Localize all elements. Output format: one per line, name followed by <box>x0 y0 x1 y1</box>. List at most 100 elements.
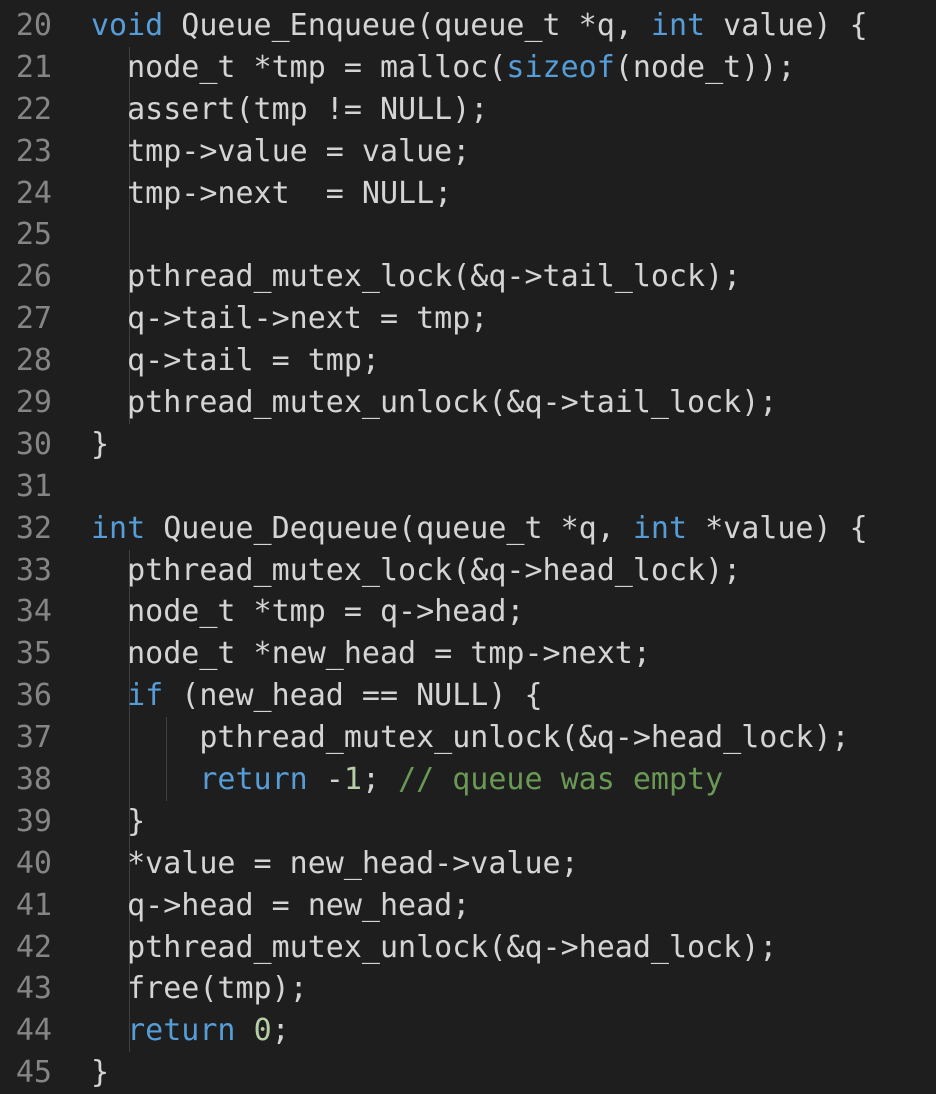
code-token: pthread_mutex_lock(&q->head_lock); <box>91 552 742 588</box>
line-number: 36 <box>15 678 52 714</box>
code-text: q->head = new_head; <box>91 885 470 927</box>
code-line[interactable]: 41 q->head = new_head; <box>0 884 936 927</box>
code-token: ; <box>271 1013 290 1049</box>
line-number: 24 <box>15 175 52 211</box>
code-line[interactable]: 43 free(tmp); <box>0 968 936 1011</box>
code-token: *value = new_head->value; <box>91 845 579 881</box>
code-token: Queue_Enqueue(queue_t *q, <box>163 8 651 43</box>
keyword-token: if <box>127 678 164 714</box>
keyword-token: return <box>199 762 308 798</box>
code-token: (new_head == NULL) { <box>163 678 543 714</box>
code-token: assert(tmp != NULL); <box>91 91 489 127</box>
code-text: void Queue_Enqueue(queue_t *q, int value… <box>91 5 868 47</box>
code-text: int Queue_Dequeue(queue_t *q, int *value… <box>91 508 868 550</box>
code-text: } <box>91 1052 109 1094</box>
code-line[interactable]: 42 pthread_mutex_unlock(&q->head_lock); <box>0 926 936 969</box>
code-text: } <box>91 801 145 843</box>
line-number: 33 <box>15 552 52 588</box>
line-number: 28 <box>15 343 52 379</box>
line-number: 26 <box>15 259 52 295</box>
code-text: node_t *tmp = malloc(sizeof(node_t)); <box>91 47 795 89</box>
number-token: 1 <box>343 762 362 798</box>
code-token: node_t *tmp = q->head; <box>91 594 525 630</box>
line-number: 43 <box>15 971 52 1007</box>
code-line[interactable]: 33 pthread_mutex_lock(&q->head_lock); <box>0 549 936 592</box>
line-number: 25 <box>15 217 52 253</box>
indent-guide <box>129 214 130 257</box>
code-line[interactable]: 32 int Queue_Dequeue(queue_t *q, int *val… <box>0 508 936 550</box>
code-token: - <box>307 762 344 798</box>
line-number: 21 <box>15 49 52 85</box>
code-text: tmp->value = value; <box>91 131 470 173</box>
code-token: Queue_Dequeue(queue_t *q, <box>145 510 633 546</box>
code-token: value) { <box>705 8 868 43</box>
number-token: 0 <box>253 1013 272 1049</box>
code-text: pthread_mutex_unlock(&q->head_lock); <box>91 927 777 969</box>
code-text: free(tmp); <box>91 968 308 1010</box>
code-line[interactable]: 20 void Queue_Enqueue(queue_t *q, int val… <box>0 5 936 47</box>
line-number: 45 <box>15 1055 52 1091</box>
code-editor[interactable]: 20 void Queue_Enqueue(queue_t *q, int val… <box>0 5 936 1094</box>
code-token: node_t *new_head = tmp->next; <box>91 636 651 672</box>
code-line[interactable]: 22 assert(tmp != NULL); <box>0 88 936 131</box>
line-number: 32 <box>15 510 52 546</box>
line-number: 37 <box>15 720 52 756</box>
code-line[interactable]: 29 pthread_mutex_unlock(&q->tail_lock); <box>0 382 936 424</box>
code-token: tmp->value = value; <box>91 133 471 169</box>
code-line[interactable]: 36 if (new_head == NULL) { <box>0 675 936 718</box>
code-text: if (new_head == NULL) { <box>91 675 543 717</box>
code-token: q->head = new_head; <box>91 887 471 923</box>
comment-token: // queue was empty <box>398 762 724 798</box>
code-line[interactable]: 45} <box>0 1052 936 1094</box>
code-line[interactable]: 34 node_t *tmp = q->head; <box>0 591 936 634</box>
keyword-token: int <box>91 510 146 546</box>
keyword-token: void <box>91 8 164 43</box>
code-token: } <box>91 426 110 462</box>
line-number: 42 <box>15 929 52 965</box>
code-line[interactable]: 38 return -1; // queue was empty <box>0 759 936 801</box>
code-token: (node_t)); <box>614 49 796 85</box>
code-line[interactable]: 23 tmp->value = value; <box>0 130 936 173</box>
code-line[interactable]: 35 node_t *new_head = tmp->next; <box>0 633 936 676</box>
code-text: tmp->next = NULL; <box>91 173 452 215</box>
line-number: 22 <box>15 91 52 127</box>
code-line[interactable]: 21 node_t *tmp = malloc(sizeof(node_t)); <box>0 46 936 89</box>
keyword-token: int <box>632 510 688 546</box>
code-text: *value = new_head->value; <box>91 843 579 885</box>
line-number: 27 <box>15 301 52 337</box>
line-number: 29 <box>15 385 52 421</box>
code-line[interactable]: 37 pthread_mutex_unlock(&q->head_lock); <box>0 717 936 760</box>
code-token: q->tail->next = tmp; <box>91 301 489 337</box>
code-token: q->tail = tmp; <box>91 343 380 379</box>
code-token: pthread_mutex_lock(&q->tail_lock); <box>91 259 742 295</box>
line-number: 23 <box>15 133 52 169</box>
code-line[interactable]: 30} <box>0 424 936 466</box>
line-number: 40 <box>15 845 52 881</box>
line-number: 35 <box>15 636 52 672</box>
code-token: ; <box>361 762 399 798</box>
code-line[interactable]: 39 } <box>0 800 936 843</box>
line-number: 39 <box>15 803 52 839</box>
code-token: pthread_mutex_unlock(&q->tail_lock); <box>91 385 778 421</box>
code-line[interactable]: 44 return 0; <box>0 1010 936 1053</box>
code-line[interactable]: 25 <box>0 214 936 257</box>
line-number: 44 <box>15 1013 52 1049</box>
line-number: 31 <box>15 468 52 504</box>
code-token: } <box>91 1055 110 1091</box>
code-line[interactable]: 26 pthread_mutex_lock(&q->tail_lock); <box>0 256 936 299</box>
code-token: pthread_mutex_unlock(&q->head_lock); <box>91 720 850 756</box>
code-token: pthread_mutex_unlock(&q->head_lock); <box>91 929 778 965</box>
code-line[interactable]: 40 *value = new_head->value; <box>0 842 936 885</box>
code-line[interactable]: 24 tmp->next = NULL; <box>0 172 936 215</box>
code-line[interactable]: 28 q->tail = tmp; <box>0 340 936 383</box>
code-line[interactable]: 27 q->tail->next = tmp; <box>0 298 936 341</box>
code-line[interactable]: 31 <box>0 466 936 508</box>
line-number: 41 <box>15 887 52 923</box>
line-number: 30 <box>15 426 52 462</box>
code-text: return 0; <box>91 1010 290 1052</box>
code-text: node_t *new_head = tmp->next; <box>91 633 651 675</box>
code-token: free(tmp); <box>91 971 308 1007</box>
